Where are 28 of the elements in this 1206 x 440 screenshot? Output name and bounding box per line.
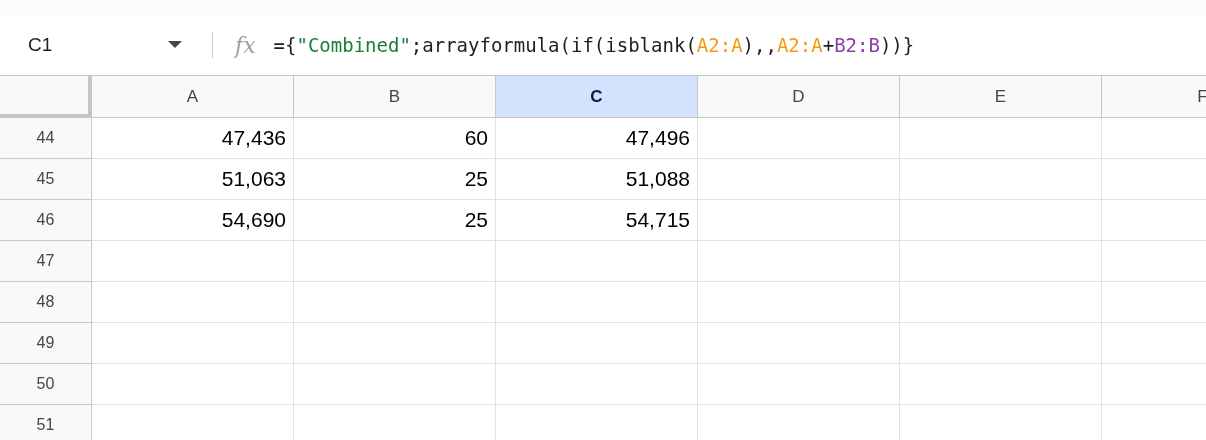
select-all-corner[interactable] [0,76,92,118]
column-header[interactable]: C [496,76,698,118]
row-header[interactable]: 44 [0,118,92,159]
column-header[interactable]: A [92,76,294,118]
function-label: fx [235,31,256,60]
table-cell: 25 [294,200,496,241]
column-header[interactable]: E [900,76,1102,118]
table-cell: 25 [294,159,496,200]
table-cell: 54,690 [92,200,294,241]
table-cell: 60 [294,118,496,159]
column-header[interactable]: B [294,76,496,118]
row-header[interactable]: 46 [0,200,92,241]
row-header[interactable]: 48 [0,282,92,323]
row-header[interactable]: 47 [0,241,92,282]
table-cell: 47,436 [92,118,294,159]
name-box[interactable]: C1 [0,25,200,65]
row-header[interactable]: 51 [0,405,92,440]
row-header[interactable]: 50 [0,364,92,405]
table-cell: 51,063 [92,159,294,200]
formula-field[interactable]: ={"Combined";arrayformula(if(isblank(A2:A),,A2:A+B2:B))} [273,30,915,60]
row-header[interactable]: 45 [0,159,92,200]
table-cell: 54,715 [496,200,698,241]
table-cell: 47,496 [496,118,698,159]
table-cell: 51,088 [496,159,698,200]
row-header[interactable]: 49 [0,323,92,364]
caret-icon [168,41,182,49]
column-header[interactable]: D [698,76,900,118]
cell-reference: C1 [28,32,53,57]
